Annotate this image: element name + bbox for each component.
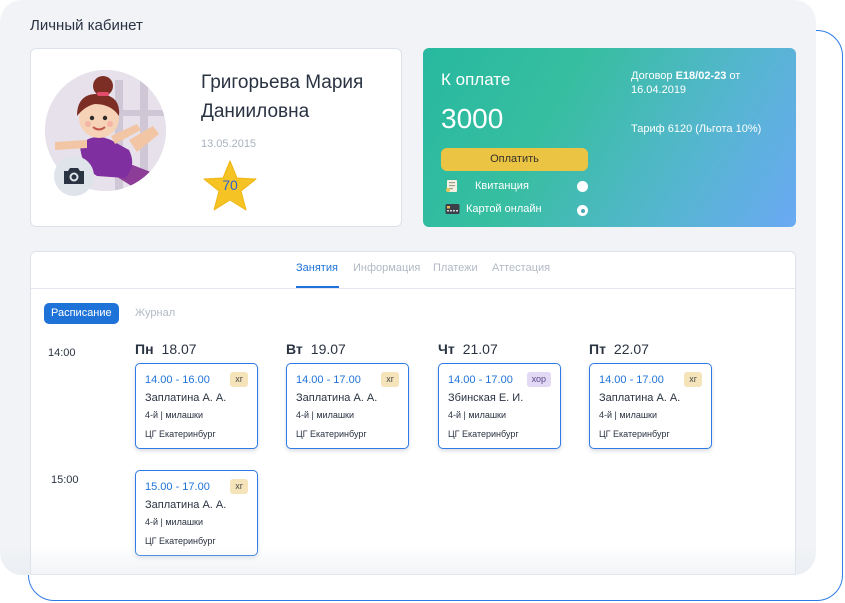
lesson-teacher: Збинская Е. И. [448,392,524,404]
tab-certification[interactable]: Аттестация [492,262,550,274]
lesson-card[interactable]: 14.00 - 17.00 хг Заплатина А. А. 4-й | м… [286,363,409,449]
payment-amount: 3000 [441,103,504,134]
time-slot-label: 15:00 [51,474,79,486]
payment-option-card[interactable]: Картой онлайн [445,203,542,215]
lesson-card[interactable]: 14.00 - 16.00 хг Заплатина А. А. 4-й | м… [135,363,258,449]
lesson-location: ЦГ Екатеринбург [145,429,216,439]
lesson-group: 4-й | милашки [145,410,204,420]
lesson-teacher: Заплатина А. А. [296,392,378,404]
rating-badge: 70 [203,160,257,212]
lesson-location: ЦГ Екатеринбург [145,536,216,546]
payment-title: К оплате [441,70,511,89]
page-title: Личный кабинет [30,17,143,34]
camera-icon [64,168,84,184]
lesson-card[interactable]: 14.00 - 17.00 хор Збинская Е. И. 4-й | м… [438,363,561,449]
profile-card: Григорьева Мария Данииловна 13.05.2015 7… [30,48,402,227]
lesson-location: ЦГ Екатеринбург [296,429,367,439]
day-date: 21.07 [462,341,498,357]
lesson-time: 14.00 - 17.00 [599,374,664,386]
lesson-teacher: Заплатина А. А. [599,392,681,404]
day-header-fri: Пт 22.07 [589,341,649,357]
day-header-tue: Вт 19.07 [286,341,346,357]
lesson-time: 14.00 - 16.00 [145,374,210,386]
pay-button[interactable]: Оплатить [441,148,588,171]
receipt-icon [446,180,457,192]
day-abbr: Чт [438,341,455,357]
contract-info: Договор Е18/02-23 от 16.04.2019 [631,69,781,97]
student-name-line1: Григорьева Мария [201,72,364,93]
tab-bar: Занятия Информация Платежи Аттестация [31,252,795,289]
day-date: 22.07 [613,341,649,357]
schedule-card: Занятия Информация Платежи Аттестация Ра… [30,251,796,575]
lesson-group: 4-й | милашки [599,410,658,420]
dashboard-panel: Личный кабинет Григорьева Мария Даниилов… [0,0,816,575]
day-abbr: Пт [589,341,606,357]
lesson-tag: хг [684,372,702,387]
payment-option-card-radio[interactable] [577,205,588,216]
lesson-tag: хг [230,479,248,494]
lesson-group: 4-й | милашки [296,410,355,420]
payment-option-receipt-radio[interactable] [577,181,588,192]
lesson-time: 14.00 - 17.00 [448,374,513,386]
day-abbr: Вт [286,341,303,357]
lesson-teacher: Заплатина А. А. [145,499,227,511]
active-tab-indicator [296,286,339,288]
card-icon [445,204,460,214]
student-name-line2: Данииловна [201,101,310,122]
lesson-time: 15.00 - 17.00 [145,481,210,493]
lesson-tag: хг [381,372,399,387]
subtab-schedule[interactable]: Расписание [44,303,119,324]
subtab-journal[interactable]: Журнал [128,303,182,324]
lesson-tag: хор [526,372,551,387]
payment-option-receipt-label: Квитанция [475,180,529,192]
lesson-teacher: Заплатина А. А. [145,392,227,404]
change-photo-button[interactable] [54,156,94,196]
payment-option-card-label: Картой онлайн [466,203,542,215]
day-header-thu: Чт 21.07 [438,341,498,357]
day-date: 18.07 [161,341,197,357]
day-date: 19.07 [310,341,346,357]
tab-information[interactable]: Информация [353,262,420,274]
contract-number: Е18/02-23 [675,70,727,82]
lesson-group: 4-й | милашки [145,517,204,527]
lesson-time: 14.00 - 17.00 [296,374,361,386]
student-name: Григорьева Мария Данииловна [201,68,391,126]
rating-value: 70 [222,177,238,193]
birth-date: 13.05.2015 [201,138,257,150]
lesson-location: ЦГ Екатеринбург [448,429,519,439]
lesson-tag: хг [230,372,248,387]
lesson-group: 4-й | милашки [448,410,507,420]
day-header-mon: Пн 18.07 [135,341,197,357]
tab-payments[interactable]: Платежи [433,262,478,274]
contract-prefix: Договор [631,70,676,82]
tab-lessons[interactable]: Занятия [296,262,338,274]
tariff-info: Тариф 6120 (Льгота 10%) [631,123,762,135]
time-slot-label: 14:00 [48,347,76,359]
lesson-location: ЦГ Екатеринбург [599,429,670,439]
lesson-card[interactable]: 15.00 - 17.00 хг Заплатина А. А. 4-й | м… [135,470,258,556]
payment-card: К оплате 3000 Оплатить Квитанция Картой … [423,48,796,227]
day-abbr: Пн [135,341,154,357]
payment-option-receipt[interactable]: Квитанция [445,179,529,193]
lesson-card[interactable]: 14.00 - 17.00 хг Заплатина А. А. 4-й | м… [589,363,712,449]
